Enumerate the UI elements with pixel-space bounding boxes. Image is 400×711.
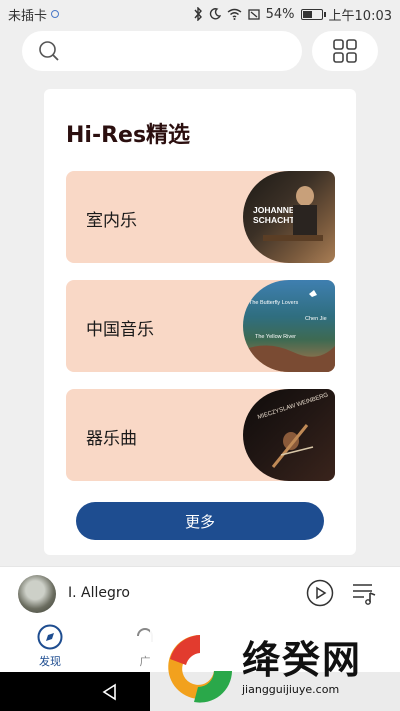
album-cover-chinese: The Butterfly Lovers The Yellow River Ch… (243, 280, 335, 372)
status-right: 54% 上午10:03 (193, 5, 392, 24)
status-left: 未插卡 (8, 5, 60, 24)
category-label: 室内乐 (86, 211, 137, 231)
battery-percent: 54% (265, 6, 295, 22)
cover-art-chamber: JOHANNES X. SCHACHTNER (253, 186, 323, 241)
category-label: 中国音乐 (86, 320, 154, 340)
cover-art-instrumental: MIECZYSLAW WEINBERG (257, 392, 329, 468)
signal-off-icon (247, 9, 260, 20)
category-label: 器乐曲 (86, 429, 137, 449)
watermark-url: jiangguijiuye.com (242, 683, 340, 696)
mini-player[interactable]: I. Allegro (0, 566, 400, 620)
category-row-chamber[interactable]: 室内乐 JOHANNES X. SCHACHTNER (66, 171, 335, 263)
album-cover-instrumental: MIECZYSLAW WEINBERG (243, 389, 335, 481)
clock: 上午10:03 (328, 8, 392, 24)
cover-text-line2: The Yellow River (255, 334, 296, 340)
cover-art-chinese: The Butterfly Lovers The Yellow River Ch… (243, 290, 335, 372)
search-icon (39, 41, 59, 61)
battery-icon (300, 8, 326, 20)
watermark-name: 绛癸网 (242, 638, 363, 682)
tab-label: 发现 (39, 655, 61, 668)
hires-card: Hi-Res精选 室内乐 JOHANNES X. SCHACHTNER 中国音乐… (44, 89, 356, 555)
wifi-icon (227, 8, 242, 20)
cover-text-line1: The Butterfly Lovers (249, 300, 298, 306)
section-title: Hi-Res精选 (66, 123, 191, 148)
more-button[interactable]: 更多 (76, 502, 324, 540)
bluetooth-icon (194, 7, 202, 21)
cover-text-line3: Chen Jie (305, 316, 327, 322)
playlist-icon[interactable] (350, 579, 378, 607)
now-playing-cover[interactable] (18, 575, 56, 613)
category-row-instrumental[interactable]: 器乐曲 MIECZYSLAW WEINBERG (66, 389, 335, 481)
category-grid-button[interactable] (312, 31, 378, 71)
back-icon[interactable] (100, 682, 120, 702)
tab-discover[interactable]: 发现 (25, 624, 75, 669)
watermark-logo-icon (168, 635, 232, 703)
carrier-text: 未插卡 (8, 8, 48, 24)
compass-icon (37, 624, 63, 650)
grid-icon (333, 39, 357, 63)
sim-status-icon (51, 10, 60, 18)
moon-icon (209, 8, 221, 20)
album-cover-chamber: JOHANNES X. SCHACHTNER (243, 171, 335, 263)
cover-text-line1: MIECZYSLAW WEINBERG (257, 392, 329, 421)
play-icon[interactable] (306, 579, 334, 607)
category-row-chinese[interactable]: 中国音乐 The Butterfly Lovers The Yellow Riv… (66, 280, 335, 372)
watermark-overlay: 绛癸网 jiangguijiuye.com (150, 625, 400, 711)
search-input[interactable] (22, 31, 302, 71)
now-playing-title: I. Allegro (68, 585, 130, 601)
status-bar: 未插卡 54% 上午10:03 (0, 0, 400, 28)
